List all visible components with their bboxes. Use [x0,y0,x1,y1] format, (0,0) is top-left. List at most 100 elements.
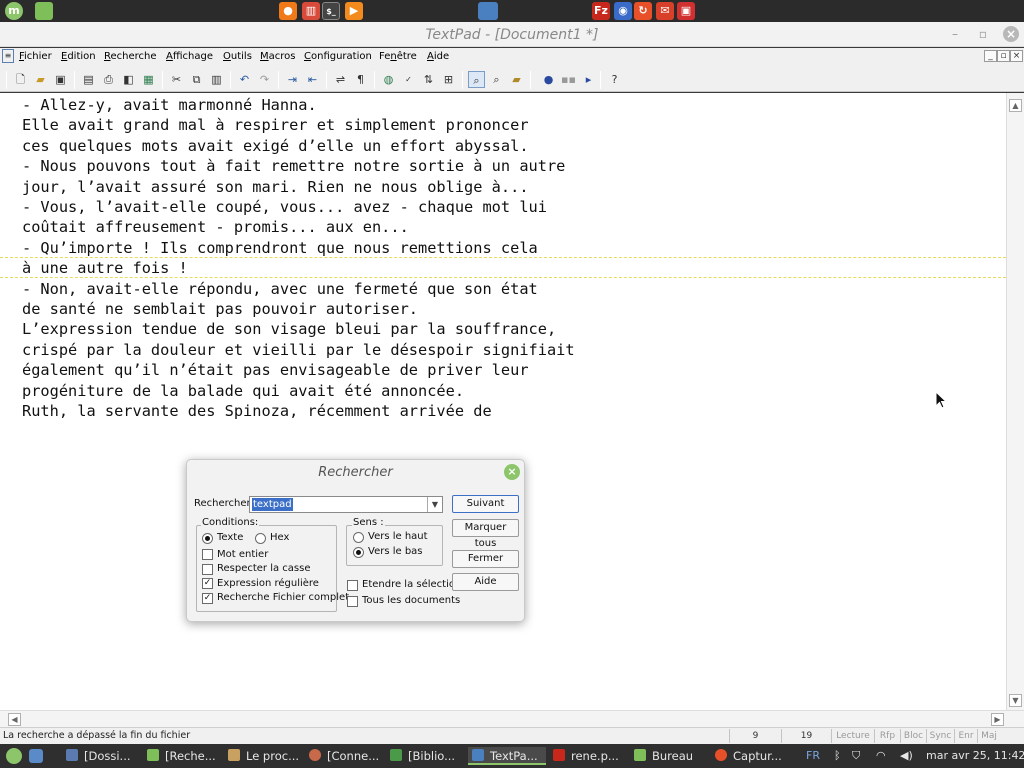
finder-icon[interactable]: ◉ [614,2,632,20]
menu-icon[interactable]: m [5,2,23,20]
bluetooth-icon[interactable]: ᛒ [834,747,841,765]
print-preview-icon[interactable]: ◧ [120,71,137,88]
radio-vers-le-bas[interactable] [353,547,364,558]
find-files-icon[interactable]: ▰ [508,71,525,88]
indent-icon[interactable]: ⇥ [284,71,301,88]
radio-vers-le-haut[interactable] [353,532,364,543]
menu-fichier[interactable]: Fichier [19,51,52,62]
backup-icon[interactable]: ▣ [677,2,695,20]
task-recherche[interactable]: [Reche... [147,747,221,765]
undo-icon[interactable]: ↶ [236,71,253,88]
open-folder-icon[interactable]: ▰ [32,71,49,88]
record-macro-icon[interactable]: ● [540,71,557,88]
suivant-button[interactable]: Suivant [452,495,519,513]
document-icon[interactable]: ≡ [2,49,14,63]
vertical-scrollbar[interactable]: ▲ ▼ [1006,93,1024,710]
task-capture[interactable]: Captur... [715,747,789,765]
checkbox-tous-documents[interactable] [347,596,358,607]
save-icon[interactable]: ▣ [52,71,69,88]
maximize-button[interactable]: ▫ [975,26,991,42]
print-list-icon[interactable]: ▤ [80,71,97,88]
scroll-up-arrow-icon[interactable]: ▲ [1009,99,1022,112]
shield-icon[interactable]: ⛉ [852,747,860,765]
globe-icon[interactable]: ◍ [380,71,397,88]
status-rfp: Rfp [874,729,900,743]
menu-aide[interactable]: Aide [427,51,449,62]
redo-icon[interactable]: ↷ [256,71,273,88]
pilcrow-icon[interactable]: ¶ [352,71,369,88]
menu-affichage[interactable]: Affichage [166,51,213,62]
search-value: textpad [252,498,293,511]
radio-hex[interactable] [255,533,266,544]
outdent-icon[interactable]: ⇤ [304,71,321,88]
clock[interactable]: mar avr 25, 11:42 [926,747,1024,765]
show-desktop-icon[interactable] [29,749,43,763]
fermer-button[interactable]: Fermer [452,550,519,568]
find-icon[interactable]: ⌕ [468,71,485,88]
wifi-icon[interactable]: ◠ [876,747,886,765]
cut-icon[interactable]: ✂ [168,71,185,88]
task-le-proc[interactable]: Le proc... [228,747,302,765]
checkbox-respecter-casse[interactable] [202,564,213,575]
keyboard-layout[interactable]: FR [806,747,820,765]
terminal-icon[interactable]: $_ [322,2,340,20]
menu-fenetre[interactable]: Fenêtre [379,51,417,62]
mail-icon[interactable]: ✉ [656,2,674,20]
folder-icon[interactable] [35,2,53,20]
firefox-icon[interactable]: ● [279,2,297,20]
mdi-restore-button[interactable]: ▫ [997,50,1010,62]
spellcheck-icon[interactable]: ✓ [400,71,417,88]
task-connexion[interactable]: [Conne... [309,747,383,765]
task-dossier[interactable]: [Dossi... [66,747,140,765]
context-help-icon[interactable]: ? [606,71,623,88]
task-textpad[interactable]: TextPa... [468,747,546,765]
search-input[interactable]: textpad ▼ [249,496,443,513]
scroll-right-arrow-icon[interactable]: ▶ [991,713,1004,726]
volume-icon[interactable]: ◀) [900,747,913,765]
print-icon[interactable]: ⎙ [100,71,117,88]
radio-texte[interactable] [202,533,213,544]
wrap-icon[interactable]: ⇌ [332,71,349,88]
mdi-minimize-button[interactable]: _ [984,50,997,62]
paste-icon[interactable]: ▥ [208,71,225,88]
checkbox-mot-entier[interactable] [202,549,213,560]
dropdown-arrow-icon[interactable]: ▼ [427,497,442,512]
aide-button[interactable]: Aide [452,573,519,591]
top-panel: m ● ▥ $_ ▶ Fz ◉ ↻ ✉ ▣ [0,0,1024,22]
scroll-down-arrow-icon[interactable]: ▼ [1009,694,1022,707]
marquer-tous-button[interactable]: Marquer tous [452,519,519,549]
run-macro-icon[interactable]: ▸ [580,71,597,88]
sort-icon[interactable]: ⇅ [420,71,437,88]
playback-macro-icon[interactable]: ▪▪ [560,71,577,88]
compare-icon[interactable]: ⊞ [440,71,457,88]
filezilla-icon[interactable]: Fz [592,2,610,20]
menu-outils[interactable]: Outils [223,51,252,62]
close-button[interactable]: × [1003,26,1019,42]
checkbox-etendre-selection[interactable] [347,580,358,591]
menu-macros[interactable]: Macros [260,51,296,62]
scroll-left-arrow-icon[interactable]: ◀ [8,713,21,726]
spell-doc-icon[interactable]: ▦ [140,71,157,88]
checkbox-fichier-complet[interactable]: ✓ [202,593,213,604]
checkbox-expression-reguliere[interactable]: ✓ [202,578,213,589]
copy-icon[interactable]: ⧉ [188,71,205,88]
media-icon[interactable]: ▶ [345,2,363,20]
task-rene[interactable]: rene.p... [553,747,627,765]
task-bureau[interactable]: Bureau [634,747,708,765]
dialog-close-icon[interactable]: × [504,464,520,480]
library-icon[interactable]: ▥ [302,2,320,20]
menu-recherche[interactable]: Recherche [104,51,157,62]
editor-line: - Vous, l’avait-elle coupé, vous... avez… [22,198,547,217]
task-bibliotheque[interactable]: [Biblio... [390,747,464,765]
minimize-button[interactable]: – [947,26,963,42]
new-file-icon[interactable]: 🗋 [12,71,29,88]
horizontal-scrollbar[interactable]: ◀ ▶ [0,710,1024,727]
menu-edition[interactable]: Edition [61,51,96,62]
mdi-close-button[interactable]: × [1010,50,1023,62]
update-icon[interactable]: ↻ [634,2,652,20]
start-menu-icon[interactable] [6,748,22,764]
replace-icon[interactable]: ⌕ [488,71,505,88]
menu-configuration[interactable]: Configuration [304,51,372,62]
textpad-icon[interactable] [478,2,498,20]
textpad-icon [472,749,484,761]
